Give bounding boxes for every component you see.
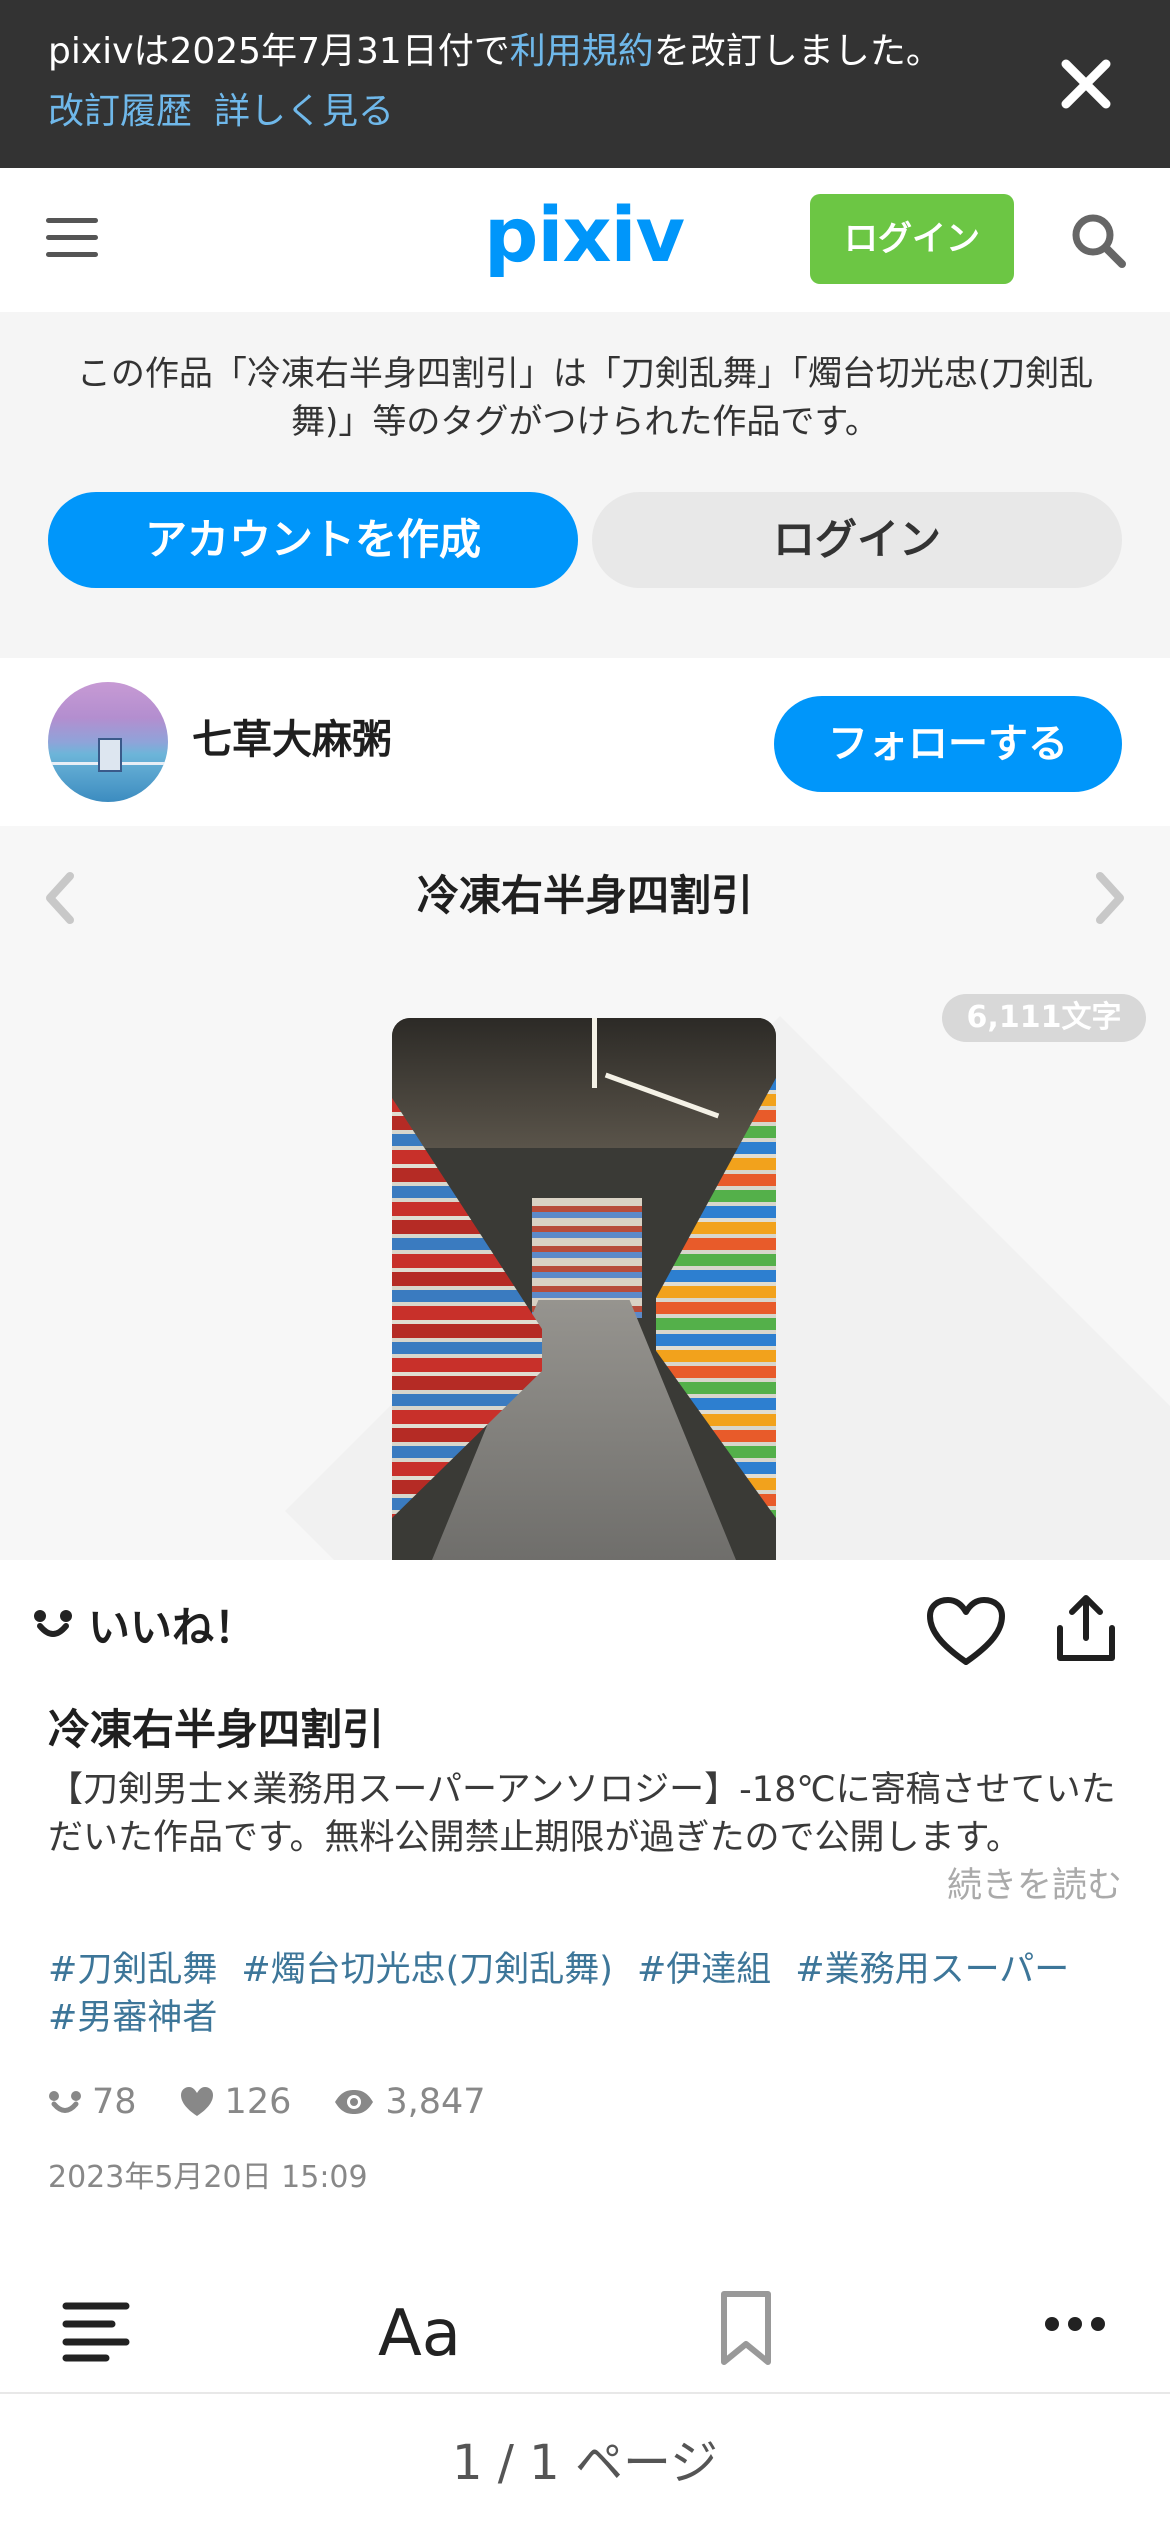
author-row: 七草大麻粥 フォローする [0, 658, 1170, 826]
view-count-value: 3,847 [385, 2082, 486, 2122]
tag-link[interactable]: #刀剣乱舞 [48, 1946, 217, 1994]
author-name[interactable]: 七草大麻粥 [192, 710, 392, 770]
like-label: いいね！ [88, 1602, 257, 1652]
tag-link[interactable]: #伊達組 [637, 1946, 771, 1994]
chevron-right-icon[interactable] [1090, 870, 1130, 926]
bookmark-icon[interactable] [718, 2290, 774, 2366]
avatar[interactable] [48, 682, 168, 802]
tag-link[interactable]: #男審神者 [48, 1994, 217, 2042]
revision-history-link[interactable]: 改訂履歴 [48, 91, 192, 132]
tag-list: #刀剣乱舞 #燭台切光忠(刀剣乱舞) #伊達組 #業務用スーパー #男審神者 [48, 1946, 1138, 2042]
work-title: 冷凍右半身四割引 [48, 1705, 385, 1754]
table-of-contents-icon[interactable] [62, 2300, 130, 2362]
pixiv-logo[interactable]: pixiv [484, 190, 685, 279]
action-bar: いいね！ [0, 1560, 1170, 1690]
intro-text: この作品「冷凍右半身四割引」は「刀剣乱舞」「燭台切光忠(刀剣乱舞)」等のタグがつ… [76, 354, 1094, 442]
follow-button[interactable]: フォローする [774, 696, 1122, 792]
work-caption: 【刀剣男士×業務用スーパーアンソロジー】-18℃に寄稿させていただいた作品です。… [48, 1770, 1116, 1858]
post-date: 2023年5月20日 15:09 [48, 2160, 368, 2195]
notice-text-before: pixivは2025年7月31日付で [48, 31, 510, 72]
site-header: pixiv ログイン [0, 168, 1170, 312]
work-stats: 78 126 3,847 [48, 2078, 528, 2126]
heart-icon [180, 2087, 213, 2116]
page-indicator: 1 / 1 ページ [0, 2394, 1170, 2532]
create-account-button[interactable]: アカウントを作成 [48, 492, 578, 588]
like-count: 78 [48, 2082, 137, 2122]
cover-image[interactable] [392, 1018, 776, 1560]
smile-icon [34, 1610, 72, 1637]
character-count-badge: 6,111文字 [942, 994, 1146, 1042]
read-more-link[interactable]: 続きを読む [900, 1862, 1122, 1910]
bookmark-count-value: 126 [224, 2082, 292, 2122]
hamburger-icon[interactable] [46, 218, 98, 262]
tag-link[interactable]: #業務用スーパー [795, 1946, 1069, 1994]
details-link[interactable]: 詳しく見る [214, 91, 394, 132]
notice-text-after: を改訂しました。 [653, 31, 942, 72]
reader-toolbar: Aa [0, 2276, 1170, 2394]
heart-icon[interactable] [926, 1596, 1006, 1668]
eye-icon [335, 2090, 374, 2114]
login-button[interactable]: ログイン [592, 492, 1122, 588]
bookmark-count: 126 [179, 2082, 292, 2122]
close-icon[interactable] [1058, 56, 1114, 112]
like-count-value: 78 [92, 2082, 137, 2122]
notice-text: pixivは2025年7月31日付で利用規約を改訂しました。 [48, 28, 942, 76]
view-count: 3,847 [333, 2082, 486, 2122]
more-icon[interactable] [1042, 2312, 1108, 2336]
tag-link[interactable]: #燭台切光忠(刀剣乱舞) [241, 1946, 613, 1994]
cover-area: 冷凍右半身四割引 6,111文字 [0, 826, 1170, 1560]
like-button[interactable]: いいね！ [32, 1592, 256, 1656]
terms-link[interactable]: 利用規約 [510, 31, 654, 72]
header-login-button[interactable]: ログイン [810, 194, 1014, 284]
font-settings-button[interactable]: Aa [378, 2298, 461, 2370]
tag-intro: この作品「冷凍右半身四割引」は「刀剣乱舞」「燭台切光忠(刀剣乱舞)」等のタグがつ… [0, 312, 1170, 658]
notice-banner: pixivは2025年7月31日付で利用規約を改訂しました。 改訂履歴 詳しく見る [0, 0, 1170, 168]
share-icon[interactable] [1054, 1594, 1118, 1664]
work-title-header: 冷凍右半身四割引 [416, 871, 753, 920]
smile-icon [49, 2091, 81, 2113]
search-icon[interactable] [1068, 210, 1128, 270]
